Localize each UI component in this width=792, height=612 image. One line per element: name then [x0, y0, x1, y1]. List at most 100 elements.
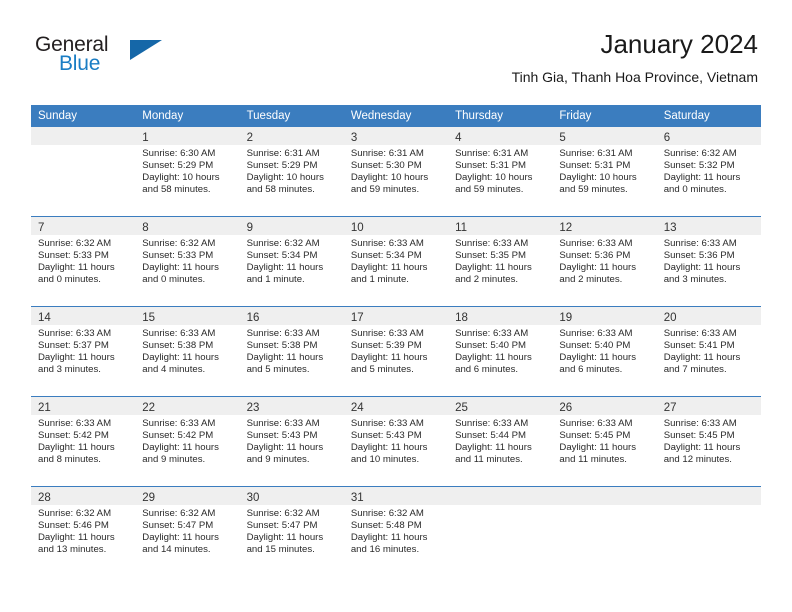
weekday-header-tuesday: Tuesday — [239, 105, 344, 127]
calendar-cell: 25 Sunrise: 6:33 AM Sunset: 5:44 PM Dayligh… — [448, 396, 553, 487]
day-details: Sunrise: 6:31 AM Sunset: 5:30 PM Daylight:… — [344, 145, 448, 196]
calendar-day[interactable]: 23 Sunrise: 6:33 AM Sunset: 5:43 PM Dayligh… — [239, 397, 344, 486]
calendar-day[interactable]: 8 Sunrise: 6:32 AM Sunset: 5:33 PM Daylight… — [135, 217, 240, 306]
general-blue-logo[interactable]: General Blue — [35, 34, 162, 82]
sunrise-text: Sunrise: 6:32 AM — [38, 238, 112, 249]
calendar-day[interactable]: 22 Sunrise: 6:33 AM Sunset: 5:42 PM Dayligh… — [135, 397, 240, 486]
calendar-day[interactable]: 15 Sunrise: 6:33 AM Sunset: 5:38 PM Dayligh… — [135, 307, 240, 396]
calendar-day[interactable]: 6 Sunrise: 6:32 AM Sunset: 5:32 PM Daylight… — [656, 127, 761, 216]
calendar-day[interactable]: 29 Sunrise: 6:32 AM Sunset: 5:47 PM Dayligh… — [135, 487, 240, 576]
day-number-band: 8 — [135, 217, 240, 235]
daylight-text-line2: and 9 minutes. — [142, 453, 206, 465]
day-number: 12 — [559, 222, 573, 234]
calendar-day[interactable]: 10 Sunrise: 6:33 AM Sunset: 5:34 PM Dayligh… — [343, 217, 449, 306]
daylight-text-line1: Daylight: 11 hours — [559, 441, 637, 453]
daylight-text-line2: and 2 minutes. — [455, 273, 519, 285]
daylight-text-line2: and 10 minutes. — [350, 453, 420, 465]
sunset-text: Sunset: 5:30 PM — [350, 159, 422, 171]
daylight-text-line1: Daylight: 11 hours — [38, 441, 115, 453]
calendar-cell: 24 Sunrise: 6:33 AM Sunset: 5:43 PM Dayligh… — [343, 396, 449, 487]
sunrise-text: Sunrise: 6:32 AM — [246, 508, 320, 519]
daylight-text-line2: and 2 minutes. — [559, 273, 623, 285]
logo-triangle-icon — [130, 40, 162, 60]
day-number-band: 5 — [552, 127, 657, 145]
sunset-text: Sunset: 5:44 PM — [455, 429, 527, 441]
day-details: Sunrise: 6:33 AM Sunset: 5:37 PM Daylight:… — [31, 325, 135, 376]
sunrise-text: Sunrise: 6:31 AM — [455, 148, 529, 159]
calendar-day[interactable]: 5 Sunrise: 6:31 AM Sunset: 5:31 PM Daylight… — [552, 127, 657, 216]
day-number: 27 — [663, 402, 677, 414]
day-number: 14 — [38, 312, 51, 324]
sunset-text: Sunset: 5:38 PM — [246, 339, 318, 351]
calendar-day[interactable]: 1 Sunrise: 6:30 AM Sunset: 5:29 PM Daylight… — [135, 127, 240, 216]
calendar-cell: 5 Sunrise: 6:31 AM Sunset: 5:31 PM Daylight… — [552, 127, 657, 217]
calendar-day[interactable]: 26 Sunrise: 6:33 AM Sunset: 5:45 PM Dayligh… — [552, 397, 657, 486]
calendar-day[interactable]: 9 Sunrise: 6:32 AM Sunset: 5:34 PM Daylight… — [239, 217, 344, 306]
daylight-text-line2: and 11 minutes. — [559, 453, 627, 465]
calendar-cell: 12 Sunrise: 6:33 AM Sunset: 5:36 PM Dayligh… — [552, 216, 657, 307]
daylight-text-line2: and 1 minute. — [246, 273, 305, 285]
calendar-cell: 28 Sunrise: 6:32 AM Sunset: 5:46 PM Dayligh… — [31, 486, 136, 576]
daylight-text-line1: Daylight: 11 hours — [142, 531, 219, 543]
daylight-text-line2: and 1 minute. — [350, 273, 409, 285]
calendar-day[interactable]: 17 Sunrise: 6:33 AM Sunset: 5:39 PM Dayligh… — [343, 307, 449, 396]
day-details: Sunrise: 6:33 AM Sunset: 5:42 PM Daylight:… — [135, 415, 239, 466]
calendar-day[interactable]: 4 Sunrise: 6:31 AM Sunset: 5:31 PM Daylight… — [448, 127, 553, 216]
sunrise-text: Sunrise: 6:32 AM — [142, 508, 216, 519]
calendar-day[interactable]: 28 Sunrise: 6:32 AM Sunset: 5:46 PM Dayligh… — [31, 487, 136, 576]
day-number-band: 29 — [135, 487, 240, 505]
calendar-day[interactable]: 13 Sunrise: 6:33 AM Sunset: 5:36 PM Dayligh… — [656, 217, 761, 306]
day-number-band: 20 — [656, 307, 761, 325]
sunrise-text: Sunrise: 6:33 AM — [350, 328, 424, 339]
daylight-text-line1: Daylight: 11 hours — [246, 351, 324, 363]
sunrise-text: Sunrise: 6:33 AM — [559, 418, 633, 429]
day-number: 26 — [559, 402, 573, 414]
sunset-text: Sunset: 5:42 PM — [38, 429, 109, 441]
sunrise-text: Sunrise: 6:33 AM — [559, 328, 633, 339]
calendar-day[interactable]: 3 Sunrise: 6:31 AM Sunset: 5:30 PM Daylight… — [343, 127, 449, 216]
day-number-band: 6 — [656, 127, 761, 145]
calendar-day[interactable]: 7 Sunrise: 6:32 AM Sunset: 5:33 PM Daylight… — [31, 217, 136, 306]
calendar-day[interactable]: 20 Sunrise: 6:33 AM Sunset: 5:41 PM Dayligh… — [656, 307, 761, 396]
calendar-day[interactable]: 31 Sunrise: 6:32 AM Sunset: 5:48 PM Dayligh… — [343, 487, 449, 576]
sunset-text: Sunset: 5:45 PM — [663, 429, 735, 441]
daylight-text-line1: Daylight: 11 hours — [350, 351, 428, 363]
daylight-text-line2: and 0 minutes. — [142, 273, 206, 285]
daylight-text-line1: Daylight: 11 hours — [350, 531, 428, 543]
calendar-day[interactable]: 16 Sunrise: 6:33 AM Sunset: 5:38 PM Dayligh… — [239, 307, 344, 396]
calendar-week-row: 7 Sunrise: 6:32 AM Sunset: 5:33 PM Daylight… — [31, 216, 761, 307]
calendar-day[interactable]: 21 Sunrise: 6:33 AM Sunset: 5:42 PM Dayligh… — [31, 397, 136, 486]
calendar-day-empty — [31, 127, 136, 216]
day-number-band: 1 — [135, 127, 240, 145]
calendar-day[interactable]: 25 Sunrise: 6:33 AM Sunset: 5:44 PM Dayligh… — [448, 397, 553, 486]
daylight-text-line2: and 8 minutes. — [38, 453, 101, 465]
calendar-day[interactable]: 18 Sunrise: 6:33 AM Sunset: 5:40 PM Dayligh… — [448, 307, 553, 396]
calendar-day[interactable]: 11 Sunrise: 6:33 AM Sunset: 5:35 PM Dayligh… — [448, 217, 553, 306]
day-details: Sunrise: 6:31 AM Sunset: 5:31 PM Daylight:… — [552, 145, 656, 196]
daylight-text-line2: and 5 minutes. — [350, 363, 414, 375]
sunset-text: Sunset: 5:46 PM — [38, 519, 109, 531]
sunrise-text: Sunrise: 6:33 AM — [142, 328, 216, 339]
day-details: Sunrise: 6:33 AM Sunset: 5:36 PM Daylight:… — [657, 235, 761, 286]
day-number: 10 — [350, 222, 364, 234]
daylight-text-line2: and 59 minutes. — [455, 183, 524, 195]
daylight-text-line2: and 5 minutes. — [246, 363, 310, 375]
daylight-text-line1: Daylight: 11 hours — [663, 261, 741, 273]
calendar-cell: 15 Sunrise: 6:33 AM Sunset: 5:38 PM Dayligh… — [135, 306, 240, 397]
daylight-text-line1: Daylight: 11 hours — [559, 351, 637, 363]
calendar-day[interactable]: 2 Sunrise: 6:31 AM Sunset: 5:29 PM Daylight… — [239, 127, 344, 216]
calendar-day[interactable]: 19 Sunrise: 6:33 AM Sunset: 5:40 PM Dayligh… — [552, 307, 657, 396]
calendar-day[interactable]: 24 Sunrise: 6:33 AM Sunset: 5:43 PM Dayligh… — [343, 397, 449, 486]
title-block: January 2024 Tinh Gia, Thanh Hoa Provinc… — [512, 28, 758, 87]
daylight-text-line2: and 15 minutes. — [246, 543, 315, 555]
calendar-day[interactable]: 27 Sunrise: 6:33 AM Sunset: 5:45 PM Dayligh… — [656, 397, 761, 486]
daylight-text-line1: Daylight: 11 hours — [38, 261, 115, 273]
daylight-text-line1: Daylight: 11 hours — [455, 261, 532, 273]
calendar-cell: 4 Sunrise: 6:31 AM Sunset: 5:31 PM Daylight… — [448, 127, 553, 217]
calendar-cell: 31 Sunrise: 6:32 AM Sunset: 5:48 PM Dayligh… — [343, 486, 449, 576]
calendar-day[interactable]: 12 Sunrise: 6:33 AM Sunset: 5:36 PM Dayligh… — [552, 217, 657, 306]
sunrise-text: Sunrise: 6:33 AM — [663, 328, 737, 339]
calendar-day[interactable]: 14 Sunrise: 6:33 AM Sunset: 5:37 PM Dayligh… — [31, 307, 136, 396]
calendar-day[interactable]: 30 Sunrise: 6:32 AM Sunset: 5:47 PM Dayligh… — [239, 487, 344, 576]
daylight-text-line1: Daylight: 10 hours — [246, 171, 324, 183]
